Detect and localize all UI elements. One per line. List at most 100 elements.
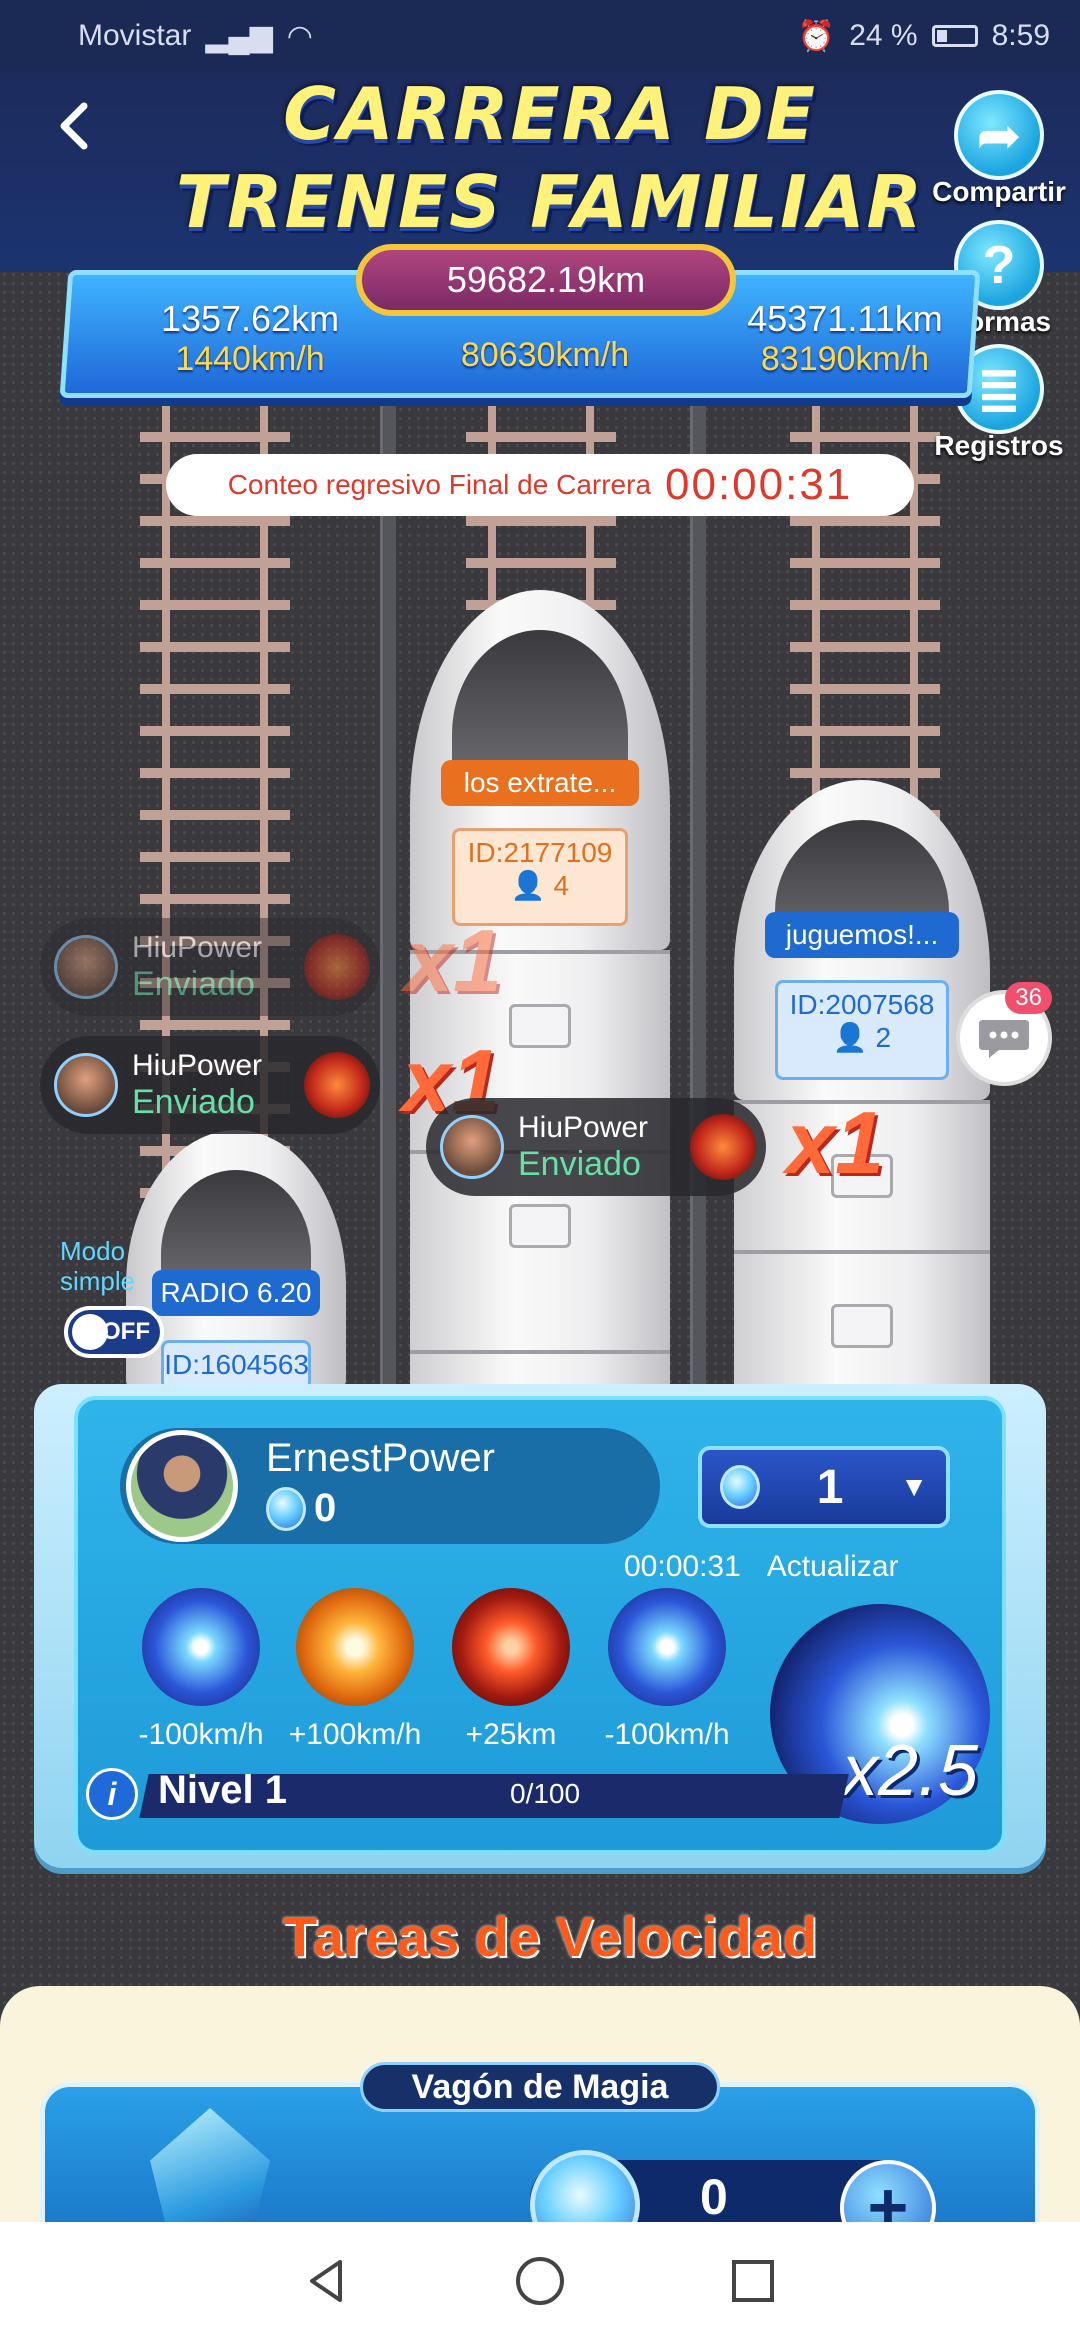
- gift-status: Enviado: [518, 1144, 641, 1183]
- clock: 8:59: [991, 19, 1050, 52]
- share-label: Compartir: [932, 176, 1066, 207]
- gift-icon: [304, 1052, 370, 1118]
- lane-distance: 1357.62km: [160, 298, 340, 339]
- boost-item-4[interactable]: -100km/h: [592, 1588, 742, 1752]
- chat-icon: [979, 1020, 1029, 1058]
- avatar: [54, 935, 118, 999]
- speed-up-icon: [296, 1588, 414, 1706]
- battery-icon: [931, 25, 978, 47]
- info-icon[interactable]: i: [86, 1768, 138, 1820]
- train-car: [734, 1250, 990, 1400]
- gift-sender: HiuPower: [132, 1048, 263, 1082]
- lane-speed: 1440km/h: [175, 340, 325, 378]
- avatar: [54, 1053, 118, 1117]
- title-line-1: CARRERA DE: [283, 72, 817, 156]
- share-button[interactable]: ➦ Compartir: [924, 90, 1074, 208]
- gem-count: 0: [314, 1486, 337, 1530]
- nav-home-button[interactable]: [510, 2251, 570, 2311]
- boost-label: -100km/h: [604, 1718, 730, 1751]
- slow-down-icon: [142, 1588, 260, 1706]
- refresh-timer: 00:00:31: [624, 1550, 741, 1583]
- race-countdown: Conteo regresivo Final de Carrera 00:00:…: [166, 454, 914, 516]
- level-progress: 0/100: [510, 1778, 581, 1809]
- share-icon: ➦: [954, 90, 1044, 180]
- gift-notification: HiuPower Enviado: [426, 1098, 766, 1196]
- distance-boost-icon: [452, 1588, 570, 1706]
- chat-button[interactable]: 36: [956, 982, 1052, 1086]
- gift-sender: HiuPower: [132, 930, 263, 964]
- team-id-card: ID:1604563: [161, 1340, 311, 1390]
- nav-recents-button[interactable]: [723, 2251, 783, 2311]
- carrier-label: Movistar: [78, 19, 192, 52]
- gift-sender: HiuPower: [518, 1110, 649, 1144]
- toggle-state: OFF: [102, 1318, 150, 1345]
- chevron-down-icon: ▼: [900, 1471, 928, 1502]
- title-line-2: TRENES FAMILIAR: [176, 160, 924, 244]
- records-label: Registros: [934, 430, 1064, 461]
- team-id: ID:1604563: [164, 1349, 309, 1380]
- gem-amount-selector[interactable]: 1 ▼: [698, 1446, 950, 1528]
- train-right[interactable]: juguemos!... ID:2007568 👤 2: [734, 780, 990, 1400]
- gift-multiplier: x1: [404, 911, 502, 1010]
- member-count: 4: [553, 870, 570, 901]
- back-button[interactable]: [46, 96, 106, 156]
- level-label: Nivel 1: [158, 1768, 287, 1812]
- orb-multiplier: x2.5: [842, 1731, 979, 1811]
- train-door: [508, 1204, 572, 1248]
- team-id: ID:2007568: [789, 989, 935, 1020]
- train-door: [508, 1004, 572, 1048]
- square-recents-icon: [732, 2260, 775, 2302]
- user-icon: 👤: [832, 1022, 868, 1053]
- quantity-value: 0: [700, 2169, 728, 2225]
- update-label[interactable]: Actualizar: [767, 1550, 899, 1584]
- gift-notification: HiuPower Enviado: [40, 1036, 380, 1134]
- status-bar: Movistar ▂▄▆ ◠ ⏰ 24 % 8:59: [0, 0, 1080, 72]
- boost-item-2[interactable]: +100km/h: [280, 1588, 430, 1752]
- selector-value: 1: [816, 1460, 844, 1514]
- system-nav-bar: [0, 2222, 1080, 2340]
- member-count: 2: [875, 1022, 892, 1053]
- lane-speed: 83190km/h: [760, 340, 930, 378]
- lane-speed: 80630km/h: [460, 336, 630, 374]
- page-title: CARRERA DE TRENES FAMILIAR: [140, 70, 960, 246]
- player-avatar[interactable]: [126, 1430, 238, 1542]
- simple-mode-toggle[interactable]: OFF: [64, 1306, 164, 1358]
- gift-icon: [304, 934, 370, 1000]
- back-arrow-icon: [60, 102, 88, 150]
- slow-down-icon: [608, 1588, 726, 1706]
- nav-back-button[interactable]: [297, 2251, 357, 2311]
- refresh-row: 00:00:31 Actualizar: [624, 1550, 899, 1584]
- signal-icon: ▂▄▆: [205, 19, 273, 53]
- gem-icon: [720, 1465, 760, 1509]
- boost-label: +100km/h: [288, 1718, 422, 1751]
- avatar: [440, 1115, 504, 1179]
- player-name: ErnestPower: [266, 1436, 495, 1480]
- wifi-icon: ◠: [286, 19, 313, 53]
- lane-stat-middle: 80630km/h: [420, 336, 670, 375]
- tasks-title: Tareas de Velocidad: [282, 1905, 818, 1968]
- gift-status: Enviado: [132, 1082, 255, 1121]
- boost-item-3[interactable]: +25km: [436, 1588, 586, 1752]
- lane-distance: 45371.11km: [747, 298, 943, 339]
- unread-badge: 36: [1005, 982, 1052, 1014]
- train-window: [451, 630, 629, 780]
- train-door: [831, 1304, 893, 1348]
- gift-multiplier: x1: [786, 1093, 884, 1192]
- gem-icon: [266, 1486, 306, 1531]
- team-id: ID:2177109: [467, 837, 613, 868]
- gift-icon: [690, 1114, 756, 1180]
- train-nose: juguemos!... ID:2007568 👤 2: [734, 780, 990, 1100]
- boost-item-1[interactable]: -100km/h: [126, 1588, 276, 1752]
- player-gems: 0: [266, 1486, 336, 1531]
- countdown-time: 00:00:31: [665, 460, 853, 509]
- team-name: RADIO 6.20: [152, 1270, 320, 1316]
- train-nose: los extrate... ID:2177109 👤 4: [410, 590, 670, 950]
- lane-stat-left: 1357.62km 1440km/h: [130, 298, 370, 379]
- gift-notification: HiuPower Enviado: [40, 918, 380, 1016]
- triangle-back-icon: [309, 2260, 342, 2302]
- team-name: los extrate...: [441, 760, 639, 806]
- user-icon: 👤: [510, 870, 546, 901]
- alarm-icon: ⏰: [797, 19, 836, 53]
- gift-status: Enviado: [132, 964, 255, 1003]
- simple-mode-label: Modo simple: [60, 1236, 136, 1296]
